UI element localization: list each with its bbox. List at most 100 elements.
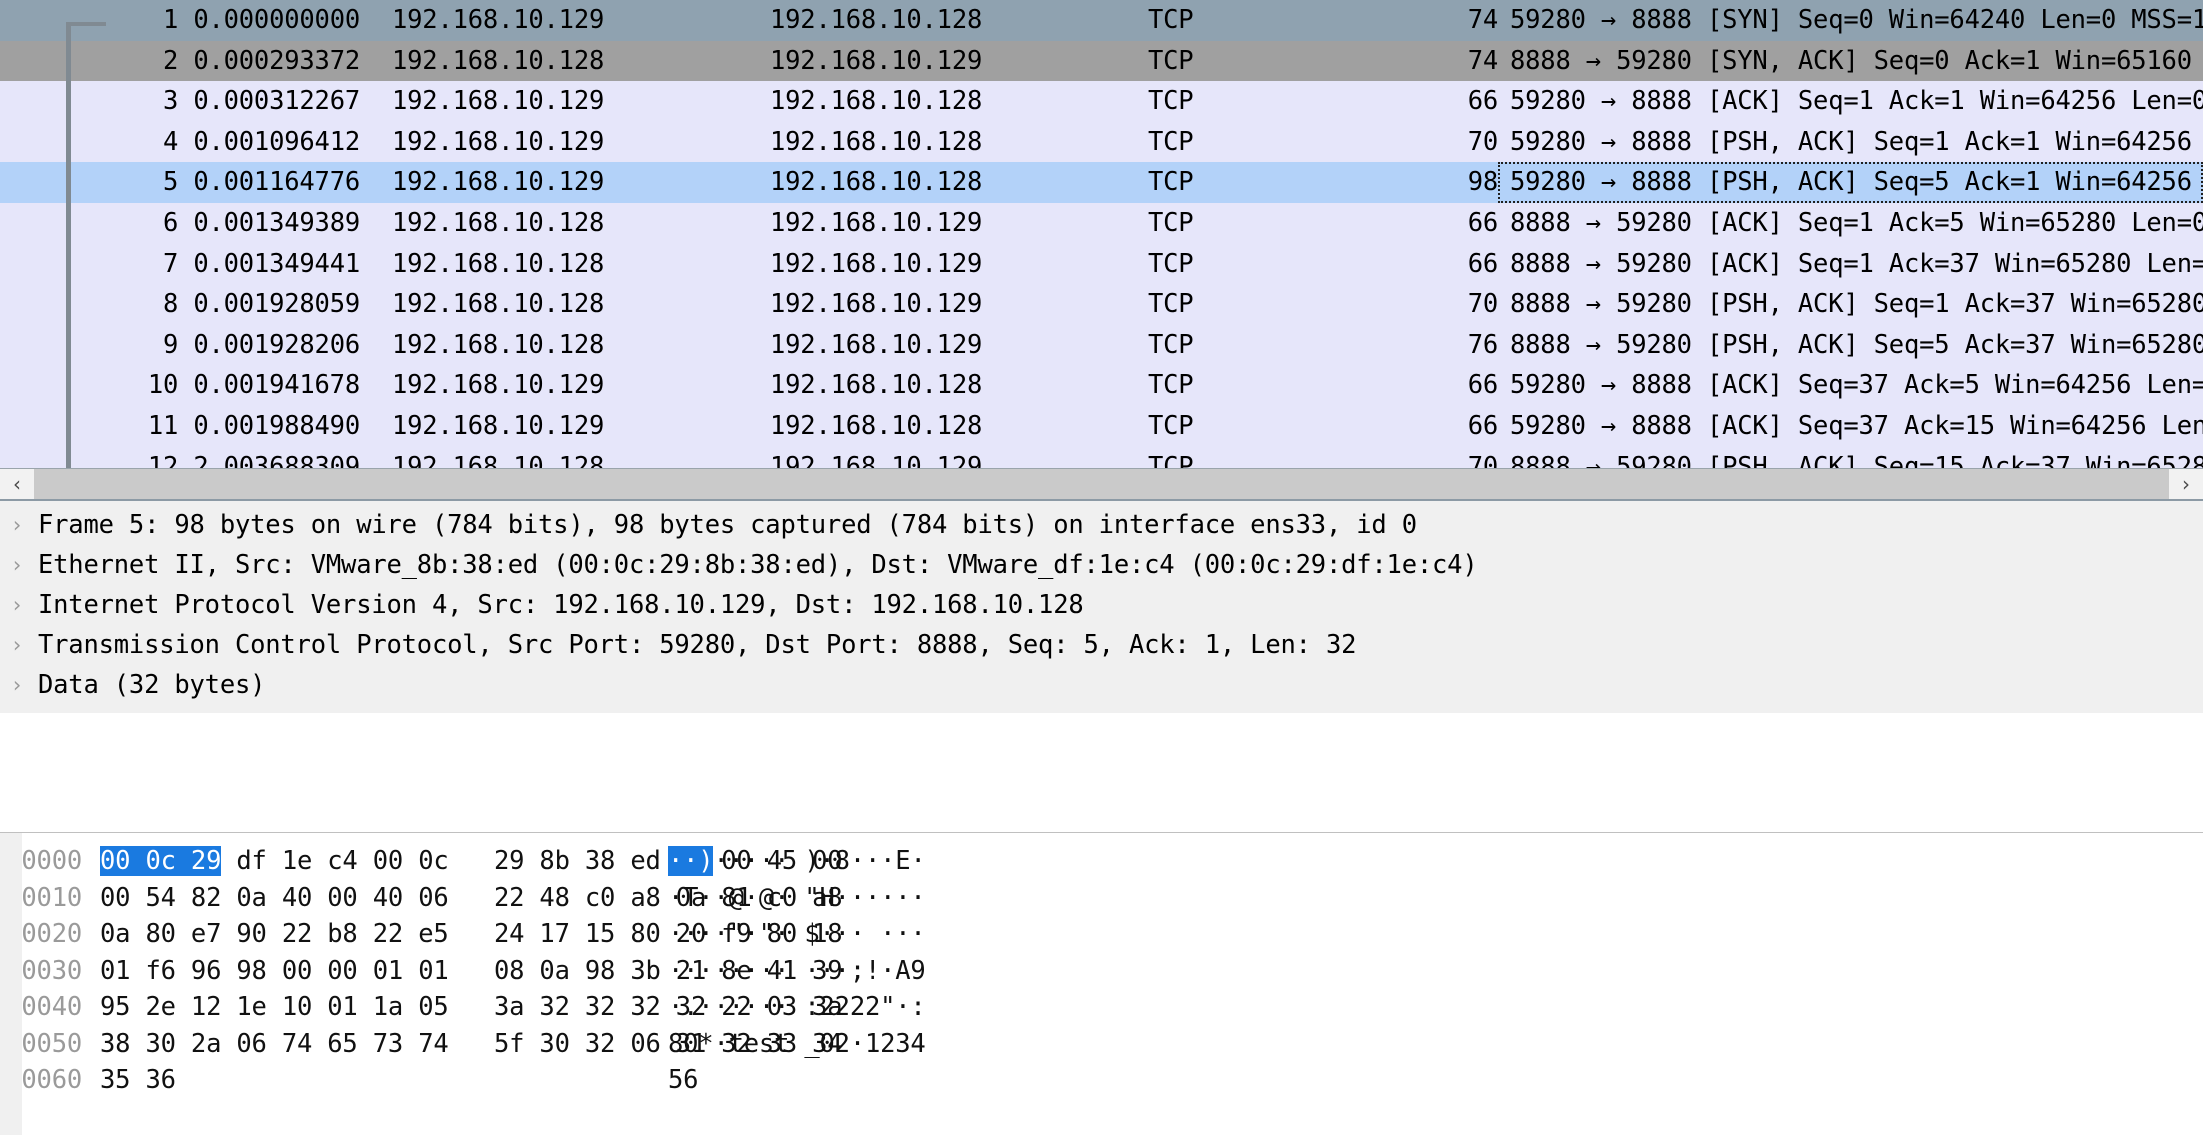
hex-ascii: ········ ···;!·A9	[660, 956, 926, 986]
chevron-right-icon[interactable]: ›	[0, 553, 34, 577]
packet-source: 192.168.10.129	[392, 5, 605, 35]
packet-no-and-time: 7 0.001349441	[163, 248, 360, 279]
packet-protocol: TCP	[1148, 167, 1194, 198]
packet-row[interactable]: 11 0.001988490 192.168.10.129 192.168.10.1…	[0, 405, 2203, 447]
packet-info: 59280 → 8888 [ACK] Seq=37 Ack=15 Win=642…	[1510, 410, 2203, 441]
hex-dump-row[interactable]: 0010 00 54 82 0a 40 00 40 06 22 48 c0 a8 …	[0, 880, 2203, 917]
packet-row[interactable]: 10 0.001941678 192.168.10.129 192.168.10.1…	[0, 365, 2203, 406]
hex-dump-row[interactable]: 0030 01 f6 96 98 00 00 01 01 08 0a 98 3b …	[0, 953, 2203, 990]
packet-protocol: TCP	[1148, 410, 1194, 441]
chevron-right-icon[interactable]: ›	[0, 513, 34, 537]
packet-source: 192.168.10.128	[392, 207, 605, 238]
scroll-left-arrow-icon[interactable]: ‹	[0, 469, 34, 499]
scrollbar-track[interactable]	[34, 469, 2169, 499]
packet-length: 76	[1467, 329, 1498, 360]
packet-bytes-pane[interactable]: 0000 00 0c 29 df 1e c4 00 0c 29 8b 38 ed …	[0, 833, 2203, 1135]
packet-detail-pane[interactable]: › Frame 5: 98 bytes on wire (784 bits), 9…	[0, 501, 2203, 833]
packet-source: 192.168.10.129	[392, 370, 605, 401]
packet-row[interactable]: 6 0.001349389 192.168.10.128 192.168.10.12…	[0, 202, 2203, 244]
detail-empty-area	[0, 713, 2203, 832]
hex-dump-row[interactable]: 0020 0a 80 e7 90 22 b8 22 e5 24 17 15 80 …	[0, 916, 2203, 953]
packet-destination: 192.168.10.128	[770, 5, 983, 35]
packet-length: 70	[1467, 126, 1498, 157]
packet-source: 192.168.10.128	[392, 289, 605, 320]
packet-no-and-time: 9 0.001928206	[163, 329, 360, 360]
detail-ipv4-label: Internet Protocol Version 4, Src: 192.16…	[38, 590, 1084, 620]
packet-info: 8888 → 59280 [PSH, ACK] Seq=5 Ack=37 Win…	[1510, 329, 2203, 360]
hex-rest-bytes: 35 36	[100, 1065, 176, 1096]
packet-no-and-time: 11 0.001988490	[147, 410, 360, 441]
packet-row[interactable]: 2 0.000293372 192.168.10.128 192.168.10.12…	[0, 40, 2203, 82]
hex-bytes: 01 f6 96 98 00 00 01 01 08 0a 98 3b 21 8…	[100, 956, 843, 986]
hex-dump-row[interactable]: 0040 95 2e 12 1e 10 01 1a 05 3a 32 32 32 …	[0, 989, 2203, 1026]
packet-info: 8888 → 59280 [PSH, ACK] Seq=15 Ack=37 Wi…	[1510, 451, 2203, 468]
hex-dump-row[interactable]: 0060 35 36 56	[0, 1062, 2203, 1099]
packet-destination: 192.168.10.128	[770, 370, 983, 401]
packet-length: 66	[1467, 248, 1498, 279]
packet-info: 59280 → 8888 [SYN] Seq=0 Win=64240 Len=0…	[1510, 5, 2203, 35]
ascii-selected: ··)	[668, 846, 714, 877]
hex-offset: 0030	[21, 955, 82, 986]
hex-offset: 0000	[21, 846, 82, 877]
packet-source: 192.168.10.129	[392, 86, 605, 117]
detail-ethernet-label: Ethernet II, Src: VMware_8b:38:ed (00:0c…	[38, 550, 1478, 580]
hex-bytes: 95 2e 12 1e 10 01 1a 05 3a 32 32 32 32 2…	[100, 992, 843, 1022]
packet-no-and-time: 8 0.001928059	[163, 289, 360, 320]
detail-data-label: Data (32 bytes)	[38, 670, 266, 700]
ascii-rest: 80*·test _02·1234	[668, 1028, 926, 1059]
packet-row[interactable]: 1 0.000000000 192.168.10.129 192.168.10.12…	[0, 0, 2203, 41]
detail-ethernet[interactable]: › Ethernet II, Src: VMware_8b:38:ed (00:0…	[0, 545, 2203, 585]
hex-bytes: 00 54 82 0a 40 00 40 06 22 48 c0 a8 0a 8…	[100, 883, 843, 913]
packet-destination: 192.168.10.129	[770, 45, 983, 76]
packet-length: 98	[1467, 167, 1498, 198]
packet-source: 192.168.10.128	[392, 451, 605, 468]
packet-row[interactable]: 4 0.001096412 192.168.10.129 192.168.10.12…	[0, 121, 2203, 163]
packet-row[interactable]: 9 0.001928206 192.168.10.128 192.168.10.12…	[0, 324, 2203, 366]
packet-protocol: TCP	[1148, 207, 1194, 238]
hex-offset: 0010	[21, 882, 82, 913]
detail-frame[interactable]: › Frame 5: 98 bytes on wire (784 bits), 9…	[0, 505, 2203, 545]
packet-no-and-time: 1 0.000000000	[163, 5, 360, 35]
packet-length: 74	[1467, 5, 1498, 35]
packet-destination: 192.168.10.129	[770, 451, 983, 468]
packet-source: 192.168.10.129	[392, 126, 605, 157]
scroll-right-arrow-icon[interactable]: ›	[2169, 469, 2203, 499]
packet-no-and-time: 12 2.003688309	[147, 451, 360, 468]
ascii-rest: ····"·"· $··· ···	[668, 919, 926, 950]
packet-list-pane[interactable]: 1 0.000000000 192.168.10.129 192.168.10.12…	[0, 0, 2203, 468]
packet-length: 66	[1467, 86, 1498, 117]
hex-offset: 0050	[21, 1028, 82, 1059]
packet-no-and-time: 2 0.000293372	[163, 45, 360, 76]
packet-destination: 192.168.10.128	[770, 86, 983, 117]
packet-length: 70	[1467, 451, 1498, 468]
hex-dump-row[interactable]: 0050 38 30 2a 06 74 65 73 74 5f 30 32 06 …	[0, 1026, 2203, 1063]
packet-destination: 192.168.10.128	[770, 126, 983, 157]
detail-ipv4[interactable]: › Internet Protocol Version 4, Src: 192.1…	[0, 585, 2203, 625]
packet-list-horizontal-scrollbar[interactable]: ‹ ›	[0, 468, 2203, 501]
packet-row[interactable]: 8 0.001928059 192.168.10.128 192.168.10.12…	[0, 284, 2203, 325]
hex-ascii: ··)····· )·8···E·	[660, 846, 926, 877]
hex-ascii: 80*·test _02·1234	[660, 1029, 926, 1059]
packet-length: 70	[1467, 289, 1498, 320]
chevron-right-icon[interactable]: ›	[0, 673, 34, 697]
hex-bytes: 0a 80 e7 90 22 b8 22 e5 24 17 15 80 20 f…	[100, 919, 843, 949]
hex-dump-row[interactable]: 0000 00 0c 29 df 1e c4 00 0c 29 8b 38 ed …	[0, 843, 2203, 880]
hex-offset: 0060	[21, 1065, 82, 1096]
packet-row[interactable]: 7 0.001349441 192.168.10.128 192.168.10.12…	[0, 243, 2203, 285]
detail-tcp[interactable]: › Transmission Control Protocol, Src Port…	[0, 625, 2203, 665]
chevron-right-icon[interactable]: ›	[0, 593, 34, 617]
packet-row[interactable]: 3 0.000312267 192.168.10.129 192.168.10.12…	[0, 81, 2203, 122]
packet-source: 192.168.10.128	[392, 248, 605, 279]
packet-destination: 192.168.10.129	[770, 248, 983, 279]
detail-data[interactable]: › Data (32 bytes)	[0, 665, 2203, 705]
detail-frame-label: Frame 5: 98 bytes on wire (784 bits), 98…	[38, 510, 1417, 540]
packet-row[interactable]: 12 2.003688309 192.168.10.128 192.168.10.1…	[0, 446, 2203, 468]
packet-source: 192.168.10.129	[392, 167, 605, 198]
packet-no-and-time: 4 0.001096412	[163, 126, 360, 157]
packet-length: 66	[1467, 207, 1498, 238]
chevron-right-icon[interactable]: ›	[0, 633, 34, 657]
packet-destination: 192.168.10.129	[770, 329, 983, 360]
packet-protocol: TCP	[1148, 45, 1194, 76]
hex-ascii: 56	[660, 1065, 699, 1095]
packet-row[interactable]: 5 0.001164776 192.168.10.129 192.168.10.12…	[0, 162, 2203, 203]
